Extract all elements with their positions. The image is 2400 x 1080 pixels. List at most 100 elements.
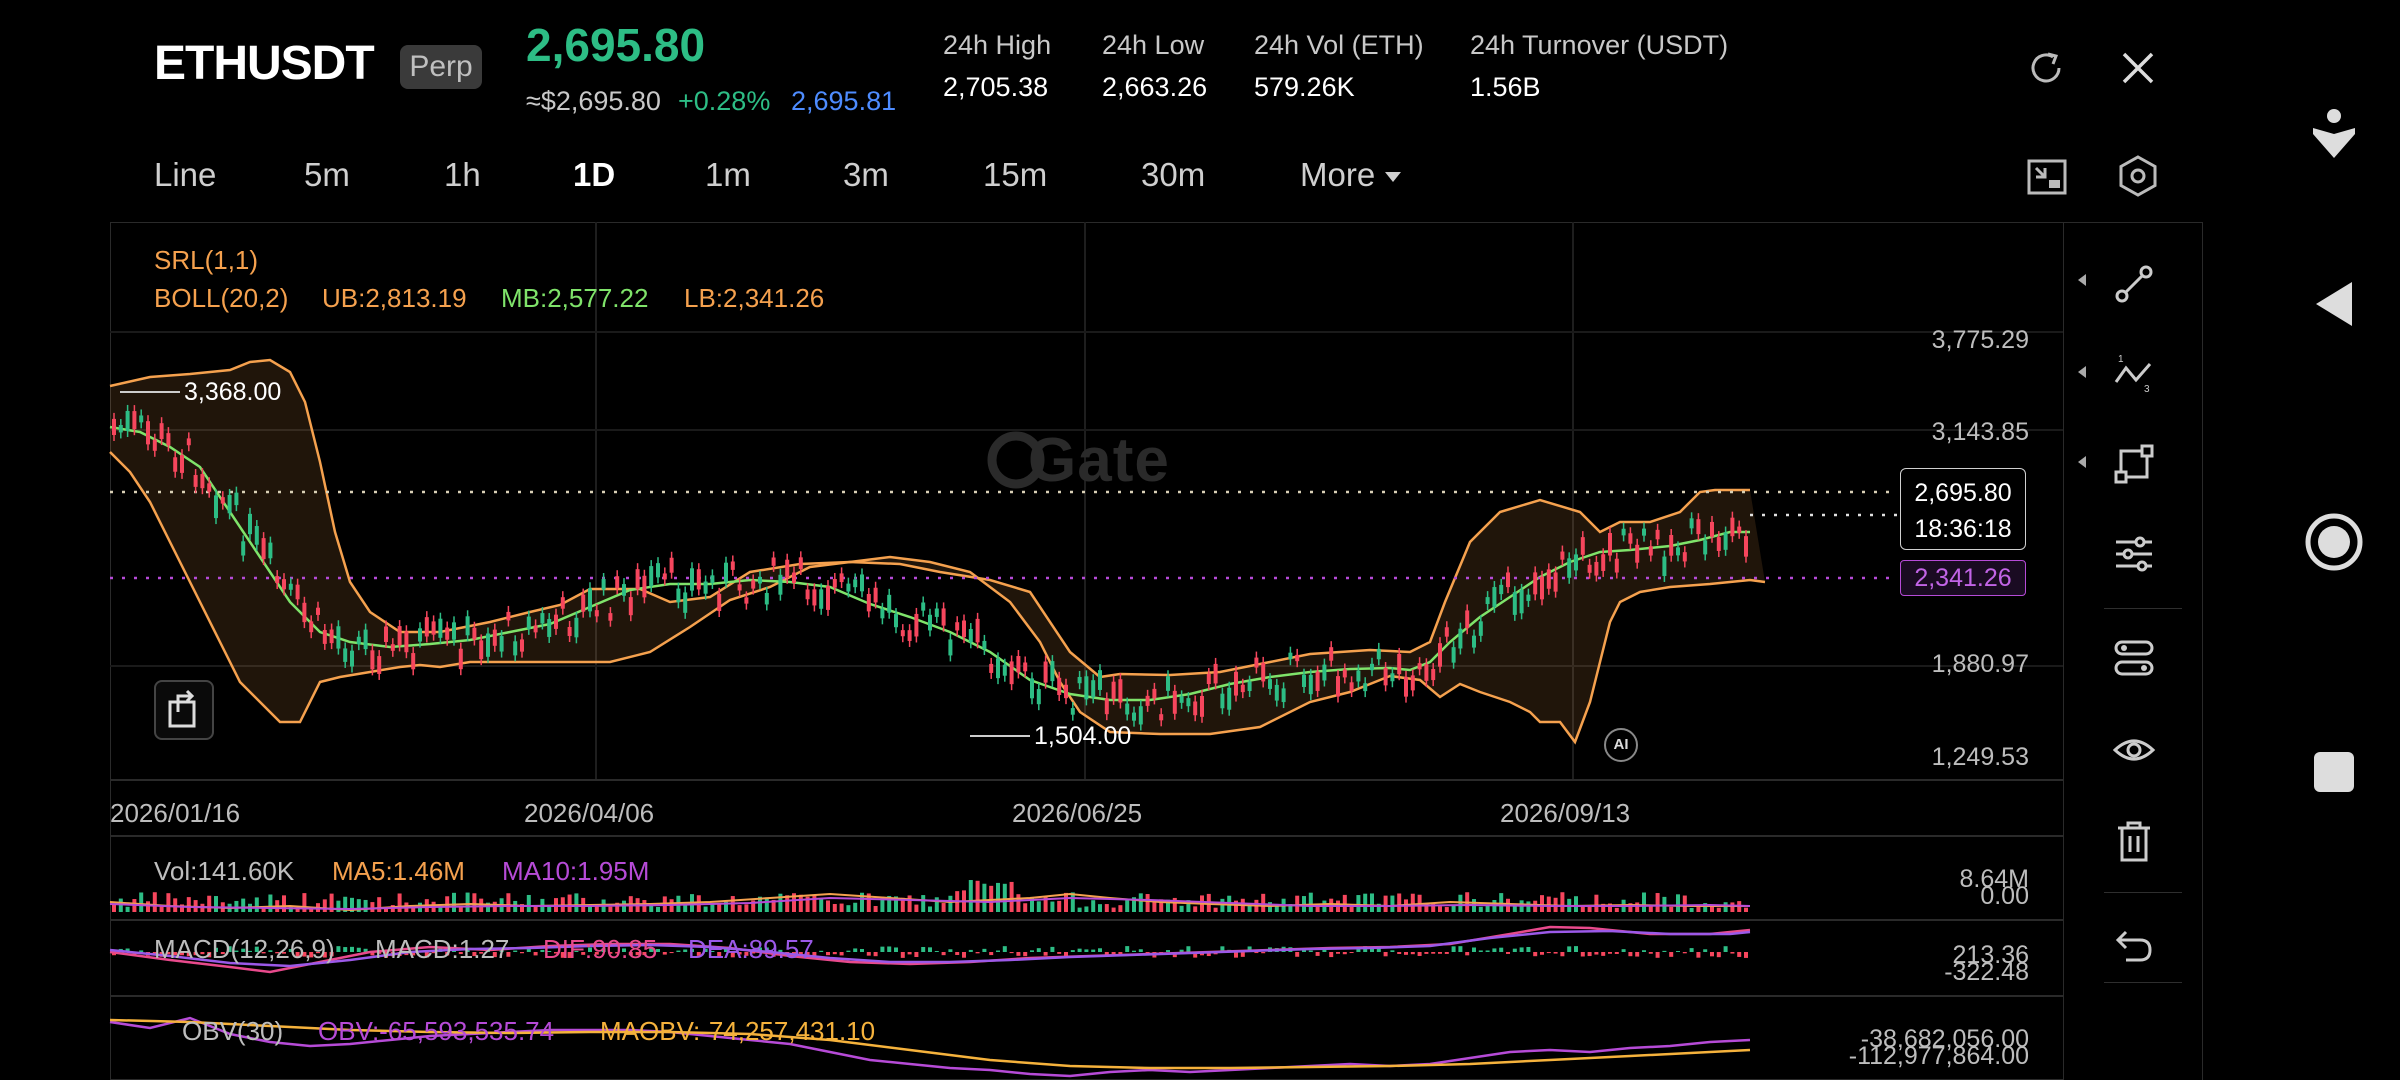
candle-body <box>703 581 708 594</box>
volume-bar <box>819 898 824 912</box>
macd-bar <box>1669 952 1674 957</box>
volume-bar <box>1540 895 1544 912</box>
fullscreen-exit-icon[interactable] <box>2026 156 2068 198</box>
candle-body <box>1390 673 1395 682</box>
volume-bar <box>186 897 191 912</box>
volume-bar <box>798 894 803 912</box>
obv-indicator-label[interactable]: OBV(30) <box>182 1016 283 1047</box>
accessibility-icon[interactable] <box>2310 108 2358 162</box>
macd-bar <box>1485 950 1490 952</box>
refresh-icon[interactable] <box>2026 48 2066 88</box>
macd-bar <box>1084 949 1089 952</box>
candle-body <box>200 474 205 489</box>
candle-body <box>275 576 280 584</box>
trash-icon[interactable] <box>2114 820 2154 864</box>
expand-left-icon[interactable] <box>2076 454 2088 470</box>
candle-body <box>214 495 218 519</box>
macd-bar <box>1465 952 1470 956</box>
candle-body <box>1574 554 1578 571</box>
candle-body <box>1084 676 1089 700</box>
candle-body <box>696 569 701 590</box>
srl-indicator-label[interactable]: SRL(1,1) <box>154 245 258 276</box>
expand-left-icon[interactable] <box>2076 272 2088 288</box>
tab-30m[interactable]: 30m <box>1141 156 1205 194</box>
tab-line[interactable]: Line <box>154 156 216 194</box>
macd-bar <box>1329 952 1334 958</box>
tab-1d[interactable]: 1D <box>573 156 615 194</box>
macd-bar <box>1560 952 1565 957</box>
candle-body <box>1669 535 1674 556</box>
candle-body <box>1220 693 1225 709</box>
candle-body <box>717 593 722 612</box>
volume-bar <box>1363 893 1368 912</box>
trend-line-tool-icon[interactable] <box>2112 262 2156 306</box>
candle-body <box>1696 519 1701 535</box>
boll-indicator-label[interactable]: BOLL(20,2) <box>154 283 288 314</box>
candle-body <box>1506 572 1510 588</box>
fibonacci-tool-icon[interactable]: 1 3 <box>2112 352 2156 396</box>
candle-body <box>1451 647 1456 663</box>
eye-icon[interactable] <box>2112 728 2156 772</box>
macd-bar <box>1710 952 1714 957</box>
candle-body <box>880 608 885 619</box>
candle-body <box>635 569 640 590</box>
symbol-title[interactable]: ETHUSDT <box>154 36 375 91</box>
candle-body <box>302 602 307 623</box>
layout-settings-icon[interactable] <box>2112 636 2156 680</box>
tab-1h[interactable]: 1h <box>444 156 481 194</box>
share-snapshot-button[interactable] <box>154 680 214 740</box>
candle-body <box>411 653 416 670</box>
candle-body <box>234 492 239 506</box>
tab-5m[interactable]: 5m <box>304 156 350 194</box>
candle-body <box>1628 533 1633 544</box>
macd-bar <box>1030 950 1034 952</box>
candle-body <box>479 640 484 660</box>
recents-nav-icon[interactable] <box>2312 750 2356 794</box>
macd-bar <box>1648 952 1653 954</box>
macd-bar <box>1458 946 1463 952</box>
candle-body <box>506 611 511 621</box>
candle-body <box>581 594 586 612</box>
volume-bar <box>1655 893 1660 912</box>
candle-body <box>390 644 395 651</box>
candle-body <box>1519 589 1524 614</box>
macd-bar <box>900 952 905 958</box>
obv-axis-bottom: -112,977,864.00 <box>1848 1042 2029 1070</box>
tab-15m[interactable]: 15m <box>983 156 1047 194</box>
tab-3m[interactable]: 3m <box>843 156 889 194</box>
ai-assistant-badge[interactable]: AI <box>1604 728 1638 762</box>
shape-tool-icon[interactable] <box>2112 442 2156 486</box>
volume-bar <box>1091 900 1096 912</box>
back-nav-icon[interactable] <box>2312 278 2356 330</box>
macd-indicator-label[interactable]: MACD(12,26,9) <box>154 934 335 965</box>
indicator-settings-icon[interactable] <box>2112 532 2156 576</box>
volume-bar <box>574 893 579 912</box>
home-nav-icon[interactable] <box>2304 512 2364 572</box>
candle-body <box>962 620 966 638</box>
volume-bar <box>1084 906 1089 912</box>
macd-bar <box>336 946 341 952</box>
candle-body <box>356 636 361 645</box>
volume-bar <box>1125 900 1130 912</box>
candle-body <box>941 608 946 626</box>
tab-1m[interactable]: 1m <box>705 156 751 194</box>
candle-body <box>1397 653 1402 675</box>
candle-body <box>1356 670 1361 682</box>
macd-bar <box>921 946 926 952</box>
macd-bar <box>520 952 524 954</box>
volume-bar <box>1682 895 1687 912</box>
candle-body <box>533 625 538 633</box>
macd-bar <box>1703 949 1708 952</box>
candle-body <box>1512 592 1517 615</box>
volume-bar <box>234 900 239 912</box>
close-icon[interactable] <box>2118 48 2158 88</box>
macd-bar <box>887 946 892 952</box>
expand-left-icon[interactable] <box>2076 364 2088 380</box>
undo-icon[interactable] <box>2112 924 2156 968</box>
macd-bar <box>1016 952 1021 956</box>
volume-bar <box>506 893 511 912</box>
volume-bar <box>1478 906 1483 912</box>
chart-settings-icon[interactable] <box>2116 154 2160 198</box>
volume-bar <box>921 895 926 912</box>
tab-more[interactable]: More <box>1300 156 1402 194</box>
